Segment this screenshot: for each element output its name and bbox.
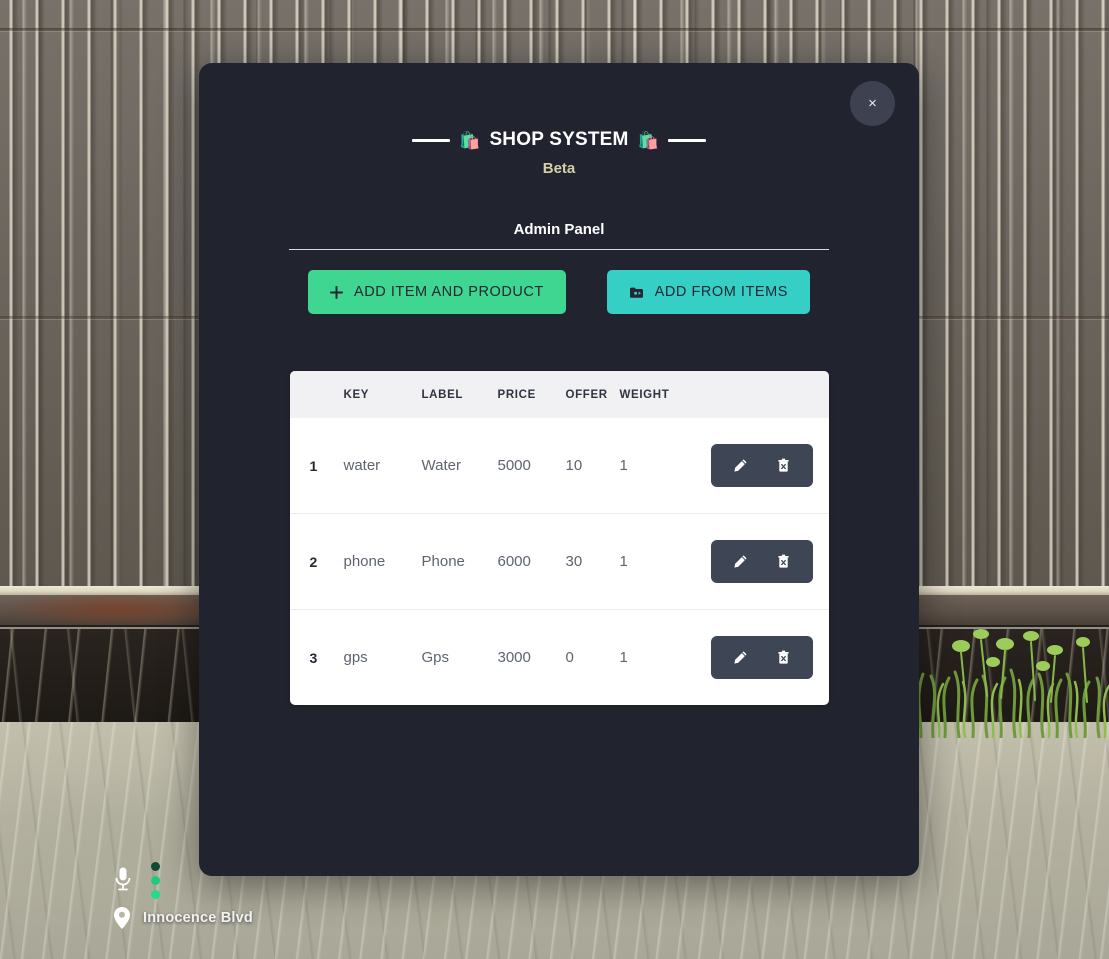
cell-index: 1 xyxy=(309,457,318,474)
cell-key: gps xyxy=(343,649,368,666)
page-title: Admin Panel xyxy=(513,221,605,238)
voice-dot-3 xyxy=(151,889,160,899)
row-action-group xyxy=(710,636,813,679)
column-header-label: LABEL xyxy=(421,389,464,401)
delete-row-button[interactable] xyxy=(775,649,792,666)
table-body: 1 water Water 5000 10 1 2 phone Phone 60… xyxy=(289,418,829,706)
voice-indicator xyxy=(113,861,343,899)
delete-row-button[interactable] xyxy=(775,457,792,474)
add-from-items-label: ADD FROM ITEMS xyxy=(654,284,788,300)
edit-row-button[interactable] xyxy=(732,553,749,570)
folder-icon xyxy=(629,286,644,299)
add-item-and-product-label: ADD ITEM AND PRODUCT xyxy=(354,284,544,300)
cell-label: Water xyxy=(421,457,461,474)
pencil-icon xyxy=(733,651,747,664)
add-item-and-product-button[interactable]: ADD ITEM AND PRODUCT xyxy=(308,270,566,314)
modal-header: 🛍️ SHOP SYSTEM 🛍️ Beta xyxy=(199,63,919,177)
voice-dot-2 xyxy=(151,875,160,885)
cell-key: water xyxy=(343,457,381,474)
cell-weight: 1 xyxy=(619,649,628,666)
column-header-key: KEY xyxy=(343,389,370,401)
table-header-row: KEY LABEL PRICE OFFER WEIGHT xyxy=(289,371,829,418)
admin-panel-section: Admin Panel ADD ITEM AND PRODUCT ADD FRO… xyxy=(289,221,829,314)
cell-price: 5000 xyxy=(497,457,531,474)
table-head: KEY LABEL PRICE OFFER WEIGHT xyxy=(289,371,829,418)
trash-icon xyxy=(777,650,789,664)
table-row: 2 phone Phone 6000 30 1 xyxy=(289,513,829,610)
pencil-icon xyxy=(733,459,747,472)
column-header-weight: WEIGHT xyxy=(619,389,670,401)
brand-title: 🛍️ SHOP SYSTEM 🛍️ xyxy=(199,129,919,151)
close-button[interactable]: × xyxy=(850,81,895,126)
pencil-icon xyxy=(733,555,747,568)
shop-system-modal: × 🛍️ SHOP SYSTEM 🛍️ Beta Admin Panel ADD… xyxy=(199,63,919,876)
table-row: 3 gps Gps 3000 0 1 xyxy=(289,609,829,706)
edit-row-button[interactable] xyxy=(732,649,749,666)
cell-weight: 1 xyxy=(619,457,628,474)
panel-divider xyxy=(289,249,829,250)
edit-row-button[interactable] xyxy=(732,457,749,474)
cell-key: phone xyxy=(343,553,386,570)
plus-icon xyxy=(330,285,343,299)
brand-dash-right-icon xyxy=(667,138,706,142)
cell-actions xyxy=(700,418,829,514)
microphone-icon xyxy=(115,867,131,891)
items-table: KEY LABEL PRICE OFFER WEIGHT 1 water Wat… xyxy=(289,371,829,706)
cell-label: Phone xyxy=(421,553,465,570)
cell-offer: 0 xyxy=(565,649,574,666)
voice-dot-1 xyxy=(151,861,160,871)
cell-offer: 30 xyxy=(565,553,583,570)
action-button-row: ADD ITEM AND PRODUCT ADD FROM ITEMS xyxy=(289,270,829,314)
game-hud: Innocence Blvd xyxy=(113,861,343,930)
row-action-group xyxy=(710,540,813,583)
shopping-bag-left-icon: 🛍️ xyxy=(459,130,481,150)
cell-index: 3 xyxy=(309,649,318,666)
cell-label: Gps xyxy=(421,649,450,666)
column-header-actions xyxy=(700,371,829,418)
voice-range-dots xyxy=(151,861,160,899)
fence-rail-top xyxy=(0,28,1109,31)
cell-index: 2 xyxy=(309,553,318,570)
items-table-card: KEY LABEL PRICE OFFER WEIGHT 1 water Wat… xyxy=(289,371,829,706)
trash-icon xyxy=(777,554,789,568)
street-name-label: Innocence Blvd xyxy=(143,910,253,926)
cell-offer: 10 xyxy=(565,457,583,474)
cell-actions xyxy=(700,514,829,610)
row-action-group xyxy=(710,444,813,487)
column-header-price: PRICE xyxy=(497,389,536,401)
brand-dash-left-icon xyxy=(412,138,451,142)
street-indicator: Innocence Blvd xyxy=(113,906,343,930)
location-pin-icon xyxy=(114,907,130,929)
column-header-offer: OFFER xyxy=(565,389,608,401)
brand-title-text: SHOP SYSTEM xyxy=(489,129,629,150)
shopping-bag-right-icon: 🛍️ xyxy=(637,130,659,150)
cell-weight: 1 xyxy=(619,553,628,570)
cell-price: 3000 xyxy=(497,649,531,666)
cell-actions xyxy=(700,610,829,706)
cell-price: 6000 xyxy=(497,553,531,570)
table-row: 1 water Water 5000 10 1 xyxy=(290,418,829,514)
column-header-index xyxy=(290,371,344,418)
add-from-items-button[interactable]: ADD FROM ITEMS xyxy=(606,270,810,314)
brand-subtitle: Beta xyxy=(542,160,576,177)
delete-row-button[interactable] xyxy=(775,553,792,570)
trash-icon xyxy=(777,458,789,472)
